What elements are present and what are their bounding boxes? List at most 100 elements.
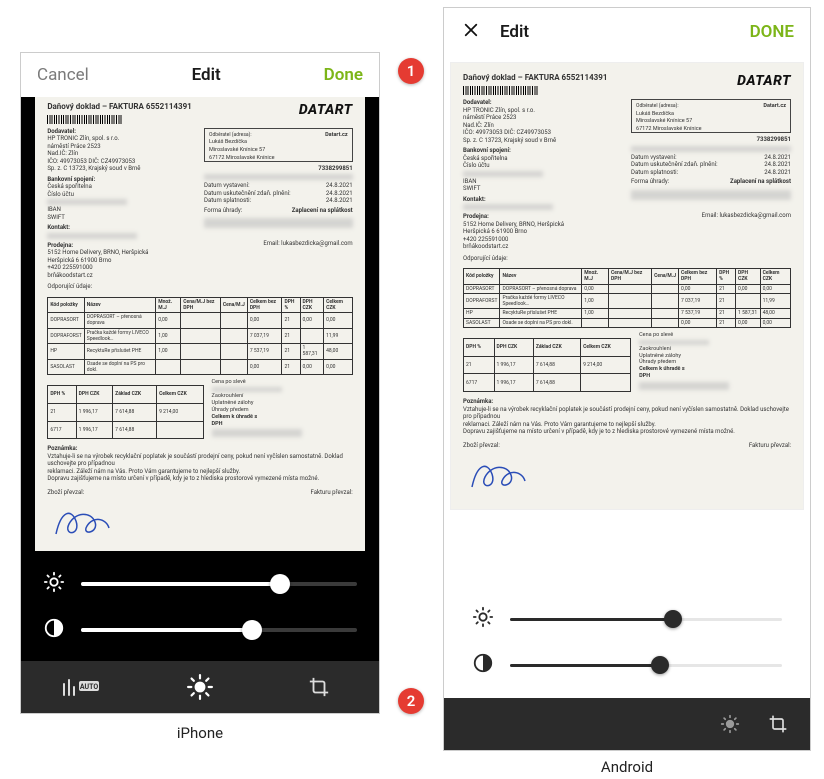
callout-2: 2 bbox=[398, 688, 424, 714]
td: 1,00 bbox=[156, 328, 181, 344]
contrast-slider-row bbox=[472, 652, 782, 678]
store-line: 5152 Home Delivery, BRNO, Heršpická bbox=[47, 249, 196, 257]
td: 1 996,17 bbox=[494, 356, 533, 374]
date-value: 24.8.2021 bbox=[764, 154, 791, 162]
th: Základ CZK bbox=[113, 386, 157, 404]
td: 0,00 bbox=[247, 313, 282, 329]
domain: Datart.cz bbox=[763, 103, 786, 111]
note-text: reklamaci. Záleží nám na Vás. Proto Vám … bbox=[463, 421, 791, 429]
note-text: Vztahuje-li se na výrobek recyklační pop… bbox=[463, 406, 791, 421]
th: Celkem CZK bbox=[581, 338, 631, 356]
supplier-line: IČO: 49973053 DIČ: CZ49973053 bbox=[47, 158, 196, 166]
td: 0,00 bbox=[300, 359, 324, 375]
sig-left: Zboží převzal: bbox=[463, 442, 500, 450]
supplier-line: Nad.IČ: Zlín bbox=[463, 122, 623, 130]
td: 1 996,17 bbox=[76, 421, 113, 439]
close-icon[interactable] bbox=[460, 20, 482, 44]
td: 7 537,19 bbox=[679, 309, 717, 318]
document-preview[interactable]: DATART Daňový doklad – FAKTURA 655211439… bbox=[21, 97, 379, 551]
bank-line: IBAN bbox=[463, 178, 623, 186]
td: 7 614,88 bbox=[533, 374, 580, 392]
store-line: brňákoodstart.cz bbox=[463, 243, 623, 251]
td: DOPRASORT bbox=[48, 313, 84, 329]
brightness-slider[interactable] bbox=[510, 618, 782, 621]
note-label: Poznámka: bbox=[47, 445, 352, 453]
var-symbol: 7338299851 bbox=[204, 165, 353, 173]
brightness-tool-button[interactable] bbox=[708, 702, 752, 746]
date-label: Datum splatnosti: bbox=[204, 197, 251, 205]
bank-line: Číslo účtu bbox=[463, 162, 623, 170]
td: Pračka každé formy LIVECO Speedlook… bbox=[84, 328, 155, 344]
td: 0,00 bbox=[679, 318, 717, 327]
recipient-label: Odběratel (adresa): bbox=[209, 132, 252, 138]
var-symbol: 7338299851 bbox=[631, 136, 791, 144]
summary-table: DPH %DPH CZKZáklad CZKCelkem CZK 211 996… bbox=[463, 338, 631, 392]
td: 0,00 bbox=[760, 284, 790, 293]
store-label: Prodejna: bbox=[463, 213, 623, 221]
contrast-icon bbox=[43, 617, 65, 643]
date-value: 24.8.2021 bbox=[764, 161, 791, 169]
pay-value: Zaplacení na splátkost bbox=[292, 207, 353, 215]
brightness-tool-button[interactable] bbox=[178, 665, 222, 709]
iphone-header: Cancel Edit Done bbox=[21, 53, 379, 97]
pay-value: Zaplacení na splátkost bbox=[730, 178, 791, 186]
barcode bbox=[47, 115, 122, 124]
td: 0,00 bbox=[679, 284, 717, 293]
supplier-label: Dodavatel: bbox=[463, 99, 623, 107]
td: 0,00 bbox=[760, 318, 790, 327]
document-preview[interactable]: DATART Daňový doklad – FAKTURA 655211439… bbox=[444, 56, 810, 586]
total-line: Cena po slevě bbox=[639, 332, 791, 339]
td: 9 214,00 bbox=[581, 356, 631, 374]
android-frame: Edit DONE DATART Daňový doklad – FAKTURA… bbox=[443, 7, 811, 751]
summary-table: DPH %DPH CZKZáklad CZKCelkem CZK 211 996… bbox=[47, 385, 203, 439]
th: Celkem CZK bbox=[760, 269, 790, 285]
date-label: Datum uskutečnění zdaň. plnění: bbox=[204, 190, 291, 198]
note-text: Vztahuje-li se na výrobek recyklační pop… bbox=[47, 453, 352, 468]
date-label: Datum uskutečnění zdaň. plnění: bbox=[631, 161, 718, 169]
total-line: Cena po slevě bbox=[212, 379, 353, 386]
store-line: Heršpická 6 61900 Brno bbox=[463, 228, 623, 236]
total-line: Zaokrouhlení bbox=[212, 393, 353, 400]
done-button[interactable]: Done bbox=[324, 65, 363, 85]
total-line: DPH bbox=[212, 421, 353, 428]
td: DOPRASORT – přenosná doprava bbox=[500, 284, 582, 293]
iphone-frame: Cancel Edit Done DATART Daňový doklad – … bbox=[20, 52, 380, 714]
td: 6717 bbox=[48, 421, 76, 439]
td: 7 614,88 bbox=[113, 421, 157, 439]
supplier-line: IČO: 49973053 DIČ: CZ49973053 bbox=[463, 129, 623, 137]
total-line: Úhrady předem bbox=[212, 407, 353, 414]
done-button[interactable]: DONE bbox=[750, 22, 794, 42]
contrast-slider[interactable] bbox=[510, 664, 782, 667]
supplier-line: náměstí Práce 2523 bbox=[463, 114, 623, 122]
td: 0,00 bbox=[736, 284, 761, 293]
edit-title: Edit bbox=[192, 65, 221, 85]
levels-auto-button[interactable]: AUTO bbox=[59, 665, 103, 709]
bank-line: Číslo účtu bbox=[47, 191, 196, 199]
th: DPH % bbox=[48, 386, 76, 404]
redacted bbox=[204, 174, 353, 180]
cancel-button[interactable]: Cancel bbox=[37, 65, 89, 85]
recipient-line: Miroslavské Knínice 57 bbox=[636, 118, 692, 124]
bank-line: Česká spořitelna bbox=[463, 155, 623, 163]
th: Kód položky bbox=[48, 297, 84, 313]
td: 21 bbox=[282, 344, 300, 360]
date-value: 24.8.2021 bbox=[764, 169, 791, 177]
td: 1,00 bbox=[582, 309, 609, 318]
td: 1,00 bbox=[582, 293, 609, 309]
td: 7 614,88 bbox=[533, 356, 580, 374]
th: Cena/M.J bez DPH bbox=[609, 269, 652, 285]
crop-button[interactable] bbox=[756, 702, 800, 746]
contact-label: Kontakt: bbox=[463, 196, 623, 204]
td: 7 037,19 bbox=[679, 293, 717, 309]
brightness-icon bbox=[472, 606, 494, 632]
contrast-icon bbox=[472, 652, 494, 678]
supplier-line: Sp. z. C 13723, Krajský soud v Brně bbox=[47, 165, 196, 173]
contrast-slider[interactable] bbox=[81, 628, 357, 632]
td: 21 bbox=[282, 313, 300, 329]
td: SASOLAST bbox=[48, 359, 84, 375]
store-line: 5152 Home Delivery, BRNO, Heršpická bbox=[463, 221, 623, 229]
crop-button[interactable] bbox=[297, 665, 341, 709]
brightness-slider[interactable] bbox=[81, 582, 357, 586]
bank-label: Bankovní spojení: bbox=[47, 176, 196, 184]
total-line: Celkem k úhradě s bbox=[639, 366, 791, 373]
